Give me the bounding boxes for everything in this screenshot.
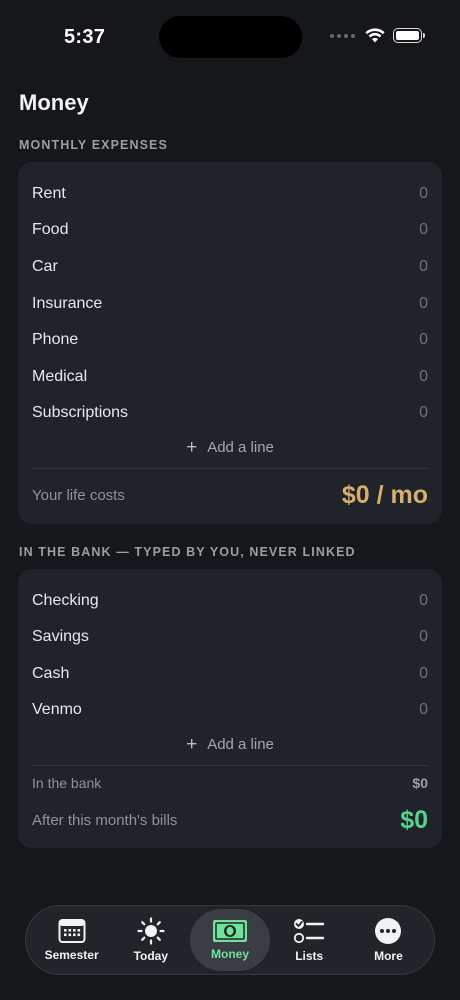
cellular-signal-icon bbox=[330, 33, 355, 38]
dynamic-island bbox=[159, 16, 302, 58]
bank-value[interactable]: 0 bbox=[419, 628, 428, 646]
bank-label: Venmo bbox=[32, 701, 82, 718]
bank-label: Cash bbox=[32, 665, 70, 682]
tab-lists[interactable]: Lists bbox=[270, 909, 349, 971]
tab-bar: Semester Today Money Lists More bbox=[25, 905, 435, 975]
bank-value[interactable]: 0 bbox=[419, 701, 428, 719]
checklist-icon bbox=[294, 919, 325, 944]
after-bills-value: $0 bbox=[400, 805, 428, 834]
bank-value[interactable]: 0 bbox=[419, 592, 428, 610]
expenses-section-header: MONTHLY EXPENSES bbox=[19, 138, 168, 152]
bank-value[interactable]: 0 bbox=[419, 665, 428, 683]
calendar-icon bbox=[58, 919, 86, 943]
expenses-card: Rent 0 Food 0 Car 0 Insurance 0 Phone 0 … bbox=[18, 162, 442, 524]
bank-row-cash[interactable]: Cash 0 bbox=[32, 662, 428, 686]
plus-icon: + bbox=[186, 733, 198, 755]
total-label: Your life costs bbox=[32, 486, 125, 504]
status-time: 5:37 bbox=[64, 26, 106, 48]
status-bar: 5:37 bbox=[0, 0, 460, 76]
expense-value[interactable]: 0 bbox=[419, 331, 428, 349]
expense-label: Insurance bbox=[32, 295, 103, 312]
in-bank-value: $0 bbox=[412, 775, 428, 791]
wifi-icon bbox=[365, 28, 385, 43]
tab-semester[interactable]: Semester bbox=[32, 909, 111, 971]
bank-row-savings[interactable]: Savings 0 bbox=[32, 625, 428, 649]
expense-row-food[interactable]: Food 0 bbox=[32, 218, 428, 242]
bank-row-venmo[interactable]: Venmo 0 bbox=[32, 698, 428, 722]
tab-label: Money bbox=[211, 947, 250, 961]
tab-label: Today bbox=[133, 949, 169, 963]
life-costs-total: Your life costs $0 / mo bbox=[32, 480, 428, 510]
expense-label: Subscriptions bbox=[32, 404, 129, 421]
bank-label: Savings bbox=[32, 628, 89, 645]
expense-row-subscriptions[interactable]: Subscriptions 0 bbox=[32, 401, 428, 425]
after-bills-label: After this month's bills bbox=[32, 811, 178, 829]
expense-label: Rent bbox=[32, 185, 66, 202]
expense-value[interactable]: 0 bbox=[419, 185, 428, 203]
banknote-icon bbox=[213, 920, 247, 942]
bank-row-checking[interactable]: Checking 0 bbox=[32, 589, 428, 613]
in-bank-label: In the bank bbox=[32, 775, 102, 791]
expense-label: Phone bbox=[32, 331, 79, 348]
bank-section-header: IN THE BANK — TYPED BY YOU, NEVER LINKED bbox=[19, 545, 356, 559]
expense-row-medical[interactable]: Medical 0 bbox=[32, 365, 428, 389]
battery-icon bbox=[393, 28, 425, 43]
divider bbox=[32, 765, 428, 766]
expense-label: Medical bbox=[32, 368, 88, 385]
bank-label: Checking bbox=[32, 592, 99, 609]
after-bills-total: After this month's bills $0 bbox=[32, 805, 428, 835]
sun-icon bbox=[137, 917, 165, 945]
expense-value[interactable]: 0 bbox=[419, 258, 428, 276]
in-bank-total: In the bank $0 bbox=[32, 771, 428, 795]
page-title: Money bbox=[19, 90, 89, 115]
expense-label: Food bbox=[32, 221, 69, 238]
add-expense-line-button[interactable]: + Add a line bbox=[18, 435, 442, 459]
expense-row-rent[interactable]: Rent 0 bbox=[32, 182, 428, 206]
expense-value[interactable]: 0 bbox=[419, 221, 428, 239]
divider bbox=[32, 468, 428, 469]
tab-today[interactable]: Today bbox=[111, 909, 190, 971]
status-icons bbox=[330, 28, 425, 43]
expense-label: Car bbox=[32, 258, 58, 275]
expense-value[interactable]: 0 bbox=[419, 368, 428, 386]
total-value: $0 / mo bbox=[341, 480, 428, 509]
more-icon bbox=[375, 918, 402, 944]
expense-value[interactable]: 0 bbox=[419, 404, 428, 422]
tab-label: More bbox=[374, 949, 403, 963]
expense-row-insurance[interactable]: Insurance 0 bbox=[32, 292, 428, 316]
plus-icon: + bbox=[186, 436, 198, 458]
tab-more[interactable]: More bbox=[349, 909, 428, 971]
expense-value[interactable]: 0 bbox=[419, 295, 428, 313]
tab-label: Semester bbox=[44, 948, 99, 962]
bank-card: Checking 0 Savings 0 Cash 0 Venmo 0 + Ad… bbox=[18, 569, 442, 848]
expense-row-car[interactable]: Car 0 bbox=[32, 255, 428, 279]
add-bank-line-button[interactable]: + Add a line bbox=[18, 732, 442, 756]
expense-row-phone[interactable]: Phone 0 bbox=[32, 328, 428, 352]
add-line-label: Add a line bbox=[207, 735, 274, 753]
tab-money[interactable]: Money bbox=[190, 909, 270, 971]
tab-label: Lists bbox=[295, 949, 324, 963]
add-line-label: Add a line bbox=[207, 438, 274, 456]
